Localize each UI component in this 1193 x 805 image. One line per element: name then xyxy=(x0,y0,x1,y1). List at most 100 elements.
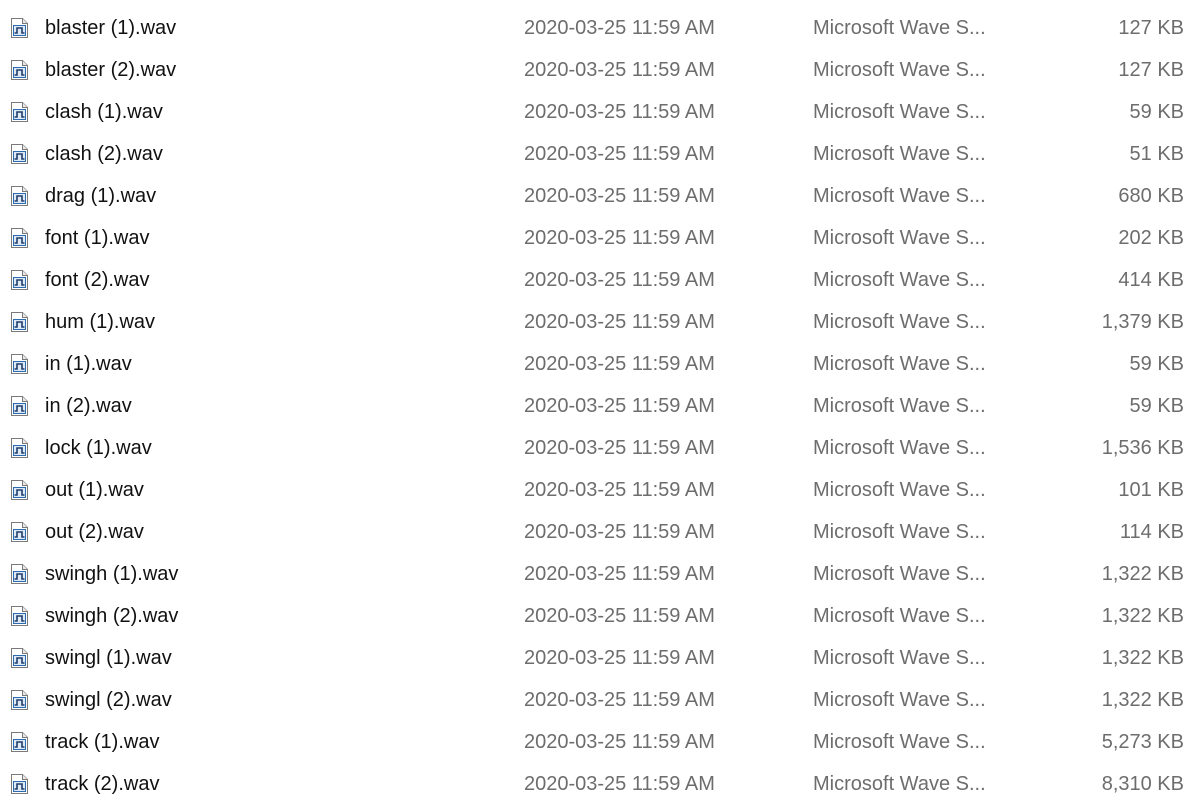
file-type: Microsoft Wave S... xyxy=(813,59,986,81)
wave-audio-file-icon xyxy=(10,521,29,543)
file-size: 127 KB xyxy=(1118,59,1184,81)
file-row[interactable]: track (2).wav 2020-03-25 11:59 AM Microsof… xyxy=(0,763,1193,805)
date-modified: 2020-03-25 11:59 AM xyxy=(524,143,715,165)
date-modified: 2020-03-25 11:59 AM xyxy=(524,689,715,711)
file-size: 202 KB xyxy=(1118,227,1184,249)
file-row[interactable]: clash (2).wav 2020-03-25 11:59 AM Microsof… xyxy=(0,133,1193,175)
file-type: Microsoft Wave S... xyxy=(813,311,986,333)
wave-audio-file-icon xyxy=(10,17,29,39)
date-modified: 2020-03-25 11:59 AM xyxy=(524,647,715,669)
file-name: blaster (1).wav xyxy=(45,17,177,39)
wave-audio-file-icon xyxy=(10,605,29,627)
file-row[interactable]: clash (1).wav 2020-03-25 11:59 AM Microsof… xyxy=(0,91,1193,133)
wave-audio-file-icon xyxy=(10,647,29,669)
file-row[interactable]: lock (1).wav 2020-03-25 11:59 AM Microsoft… xyxy=(0,427,1193,469)
wave-audio-file-icon xyxy=(10,479,29,501)
file-row[interactable]: swingh (1).wav 2020-03-25 11:59 AM Microso… xyxy=(0,553,1193,595)
file-size: 1,322 KB xyxy=(1101,647,1184,669)
date-modified: 2020-03-25 11:59 AM xyxy=(524,17,715,39)
file-type: Microsoft Wave S... xyxy=(813,773,986,795)
file-row[interactable]: blaster (1).wav 2020-03-25 11:59 AM Micros… xyxy=(0,7,1193,49)
file-row[interactable]: blaster (2).wav 2020-03-25 11:59 AM Micros… xyxy=(0,49,1193,91)
date-modified: 2020-03-25 11:59 AM xyxy=(524,185,715,207)
file-name: swingl (2).wav xyxy=(45,689,172,711)
date-modified: 2020-03-25 11:59 AM xyxy=(524,773,715,795)
file-type: Microsoft Wave S... xyxy=(813,647,986,669)
file-size: 414 KB xyxy=(1118,269,1184,291)
date-modified: 2020-03-25 11:59 AM xyxy=(524,353,715,375)
date-modified: 2020-03-25 11:59 AM xyxy=(524,731,715,753)
file-row[interactable]: in (1).wav 2020-03-25 11:59 AM Microsoft W… xyxy=(0,343,1193,385)
file-type: Microsoft Wave S... xyxy=(813,521,986,543)
file-name: clash (2).wav xyxy=(45,143,163,165)
file-name: in (1).wav xyxy=(45,353,132,375)
date-modified: 2020-03-25 11:59 AM xyxy=(524,563,715,585)
file-type: Microsoft Wave S... xyxy=(813,731,986,753)
file-name: out (1).wav xyxy=(45,479,144,501)
file-row[interactable]: drag (1).wav 2020-03-25 11:59 AM Microsoft… xyxy=(0,175,1193,217)
file-type: Microsoft Wave S... xyxy=(813,185,986,207)
file-row[interactable]: swingl (2).wav 2020-03-25 11:59 AM Microso… xyxy=(0,679,1193,721)
file-name: in (2).wav xyxy=(45,395,132,417)
date-modified: 2020-03-25 11:59 AM xyxy=(524,59,715,81)
wave-audio-file-icon xyxy=(10,143,29,165)
file-type: Microsoft Wave S... xyxy=(813,353,986,375)
file-type: Microsoft Wave S... xyxy=(813,143,986,165)
file-row[interactable]: track (1).wav 2020-03-25 11:59 AM Microsof… xyxy=(0,721,1193,763)
file-name: font (1).wav xyxy=(45,227,150,249)
wave-audio-file-icon xyxy=(10,269,29,291)
file-size: 1,322 KB xyxy=(1101,689,1184,711)
file-name: track (1).wav xyxy=(45,731,160,753)
file-name: blaster (2).wav xyxy=(45,59,177,81)
wave-audio-file-icon xyxy=(10,563,29,585)
file-row[interactable]: swingl (1).wav 2020-03-25 11:59 AM Microso… xyxy=(0,637,1193,679)
file-name: swingh (2).wav xyxy=(45,605,179,627)
date-modified: 2020-03-25 11:59 AM xyxy=(524,605,715,627)
wave-audio-file-icon xyxy=(10,227,29,249)
file-type: Microsoft Wave S... xyxy=(813,395,986,417)
file-name: drag (1).wav xyxy=(45,185,157,207)
file-size: 8,310 KB xyxy=(1101,773,1184,795)
file-row[interactable]: hum (1).wav 2020-03-25 11:59 AM Microsoft … xyxy=(0,301,1193,343)
file-row[interactable]: out (2).wav 2020-03-25 11:59 AM Microsoft … xyxy=(0,511,1193,553)
file-size: 5,273 KB xyxy=(1101,731,1184,753)
date-modified: 2020-03-25 11:59 AM xyxy=(524,227,715,249)
wave-audio-file-icon xyxy=(10,437,29,459)
file-size: 59 KB xyxy=(1129,353,1184,375)
file-size: 1,536 KB xyxy=(1101,437,1184,459)
date-modified: 2020-03-25 11:59 AM xyxy=(524,101,715,123)
file-size: 114 KB xyxy=(1119,521,1184,543)
file-row[interactable]: font (2).wav 2020-03-25 11:59 AM Microsoft… xyxy=(0,259,1193,301)
file-name: swingh (1).wav xyxy=(45,563,179,585)
file-size: 680 KB xyxy=(1118,185,1184,207)
file-row[interactable]: swingh (2).wav 2020-03-25 11:59 AM Microso… xyxy=(0,595,1193,637)
file-type: Microsoft Wave S... xyxy=(813,437,986,459)
wave-audio-file-icon xyxy=(10,185,29,207)
file-type: Microsoft Wave S... xyxy=(813,479,986,501)
file-name: track (2).wav xyxy=(45,773,160,795)
file-row[interactable]: font (1).wav 2020-03-25 11:59 AM Microsoft… xyxy=(0,217,1193,259)
date-modified: 2020-03-25 11:59 AM xyxy=(524,479,715,501)
file-list: blaster (1).wav 2020-03-25 11:59 AM Micros… xyxy=(0,0,1193,795)
wave-audio-file-icon xyxy=(10,101,29,123)
date-modified: 2020-03-25 11:59 AM xyxy=(524,395,715,417)
file-name: out (2).wav xyxy=(45,521,144,543)
file-size: 51 KB xyxy=(1129,143,1184,165)
file-size: 1,322 KB xyxy=(1101,605,1184,627)
wave-audio-file-icon xyxy=(10,59,29,81)
file-row[interactable]: in (2).wav 2020-03-25 11:59 AM Microsoft W… xyxy=(0,385,1193,427)
file-name: font (2).wav xyxy=(45,269,150,291)
file-size: 1,322 KB xyxy=(1101,563,1184,585)
file-type: Microsoft Wave S... xyxy=(813,17,986,39)
wave-audio-file-icon xyxy=(10,353,29,375)
file-type: Microsoft Wave S... xyxy=(813,563,986,585)
wave-audio-file-icon xyxy=(10,311,29,333)
file-row[interactable]: out (1).wav 2020-03-25 11:59 AM Microsoft … xyxy=(0,469,1193,511)
date-modified: 2020-03-25 11:59 AM xyxy=(524,437,715,459)
file-name: hum (1).wav xyxy=(45,311,156,333)
date-modified: 2020-03-25 11:59 AM xyxy=(524,311,715,333)
file-type: Microsoft Wave S... xyxy=(813,227,986,249)
file-type: Microsoft Wave S... xyxy=(813,269,986,291)
file-name: clash (1).wav xyxy=(45,101,163,123)
file-size: 101 KB xyxy=(1118,479,1184,501)
